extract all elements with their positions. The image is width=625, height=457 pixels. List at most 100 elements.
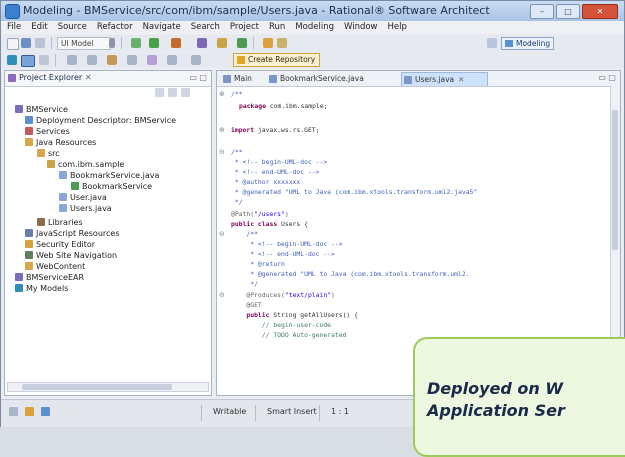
project-explorer-tab[interactable]: Project Explorer ✕ ▭ ▢ bbox=[5, 71, 211, 87]
new-package-icon[interactable] bbox=[217, 38, 227, 48]
tree-item-label: BMServiceEAR bbox=[26, 273, 85, 282]
fold-marker[interactable]: ⊕ bbox=[219, 89, 227, 99]
callout-line-1: Deployed on W bbox=[427, 379, 563, 398]
menu-project[interactable]: Project bbox=[230, 21, 259, 34]
window-title: Modeling - BMService/src/com/ibm/sample/… bbox=[23, 4, 490, 17]
debug-icon[interactable] bbox=[131, 38, 141, 48]
fold-marker[interactable]: ⊕ bbox=[219, 125, 227, 135]
link-with-editor-icon[interactable] bbox=[168, 88, 177, 97]
sync-icon[interactable] bbox=[167, 55, 177, 65]
secondary-toolbar: Create Repository bbox=[1, 52, 624, 68]
menu-edit[interactable]: Edit bbox=[31, 21, 47, 34]
pin-icon[interactable] bbox=[191, 55, 201, 65]
tree-item[interactable]: com.ibm.sample bbox=[47, 159, 124, 170]
model-dropdown[interactable]: UI Model bbox=[57, 37, 111, 50]
diagram-icon[interactable] bbox=[21, 55, 35, 67]
close-window-button[interactable]: ✕ bbox=[582, 4, 618, 19]
code-line: * <!-- begin-UML-doc --> bbox=[231, 158, 328, 166]
menu-source[interactable]: Source bbox=[58, 21, 87, 34]
history-icon[interactable] bbox=[107, 55, 117, 65]
tree-item[interactable]: My Models bbox=[15, 283, 68, 294]
package-icon bbox=[47, 160, 55, 168]
modeling-perspective-button[interactable]: Modeling bbox=[501, 37, 555, 50]
fold-marker[interactable]: ⊖ bbox=[219, 290, 227, 300]
menu-refactor[interactable]: Refactor bbox=[97, 21, 133, 34]
maximize-button[interactable]: □ bbox=[556, 4, 580, 19]
tab-bookmarkservice[interactable]: BookmarkService.java bbox=[267, 72, 380, 85]
annotation-icon[interactable] bbox=[277, 38, 287, 48]
tree-item[interactable]: BMService bbox=[15, 104, 68, 115]
tree-item-label: User.java bbox=[70, 193, 107, 202]
tree-item-label: BookmarkService.java bbox=[70, 171, 160, 180]
tree-item[interactable]: JavaScript Resources bbox=[25, 228, 120, 239]
scrollbar-thumb[interactable] bbox=[612, 110, 618, 250]
tree-item[interactable]: Services bbox=[25, 126, 70, 137]
new-class-icon[interactable] bbox=[237, 38, 247, 48]
tree-item[interactable]: WebContent bbox=[25, 261, 85, 272]
refresh-icon[interactable] bbox=[127, 55, 137, 65]
tree-item-label: Users.java bbox=[70, 204, 112, 213]
menu-modeling[interactable]: Modeling bbox=[295, 21, 334, 34]
minimize-maximize-icon[interactable]: ▭ ▢ bbox=[598, 73, 616, 82]
fast-view-icon[interactable] bbox=[9, 407, 18, 416]
search-icon[interactable] bbox=[263, 38, 273, 48]
tree-item[interactable]: Deployment Descriptor: BMService bbox=[25, 115, 176, 126]
tree-item[interactable]: User.java bbox=[59, 192, 107, 203]
tree-item[interactable]: BMServiceEAR bbox=[15, 272, 84, 283]
tree-item[interactable]: Java Resources bbox=[25, 137, 96, 148]
menu-bar: File Edit Source Refactor Navigate Searc… bbox=[1, 21, 624, 34]
create-repository-button[interactable]: Create Repository bbox=[233, 53, 321, 67]
menu-search[interactable]: Search bbox=[191, 21, 220, 34]
minimize-maximize-icon[interactable]: ▭ ▢ bbox=[189, 73, 207, 82]
code-line: * @generated "UML to Java (com.ibm.xtool… bbox=[231, 188, 478, 196]
explorer-toolbar bbox=[151, 88, 205, 98]
save-icon[interactable] bbox=[21, 38, 31, 48]
forward-icon[interactable] bbox=[87, 55, 97, 65]
menu-navigate[interactable]: Navigate bbox=[143, 21, 181, 34]
menu-window[interactable]: Window bbox=[344, 21, 378, 34]
toolbar-separator bbox=[51, 37, 52, 49]
back-icon[interactable] bbox=[67, 55, 77, 65]
grid-icon[interactable] bbox=[39, 55, 49, 65]
menu-run[interactable]: Run bbox=[269, 21, 285, 34]
console-icon[interactable] bbox=[41, 407, 50, 416]
chevron-down-icon[interactable] bbox=[109, 38, 115, 48]
menu-help[interactable]: Help bbox=[388, 21, 407, 34]
tab-label: Main bbox=[234, 74, 252, 83]
code-line: * <!-- end-UML-doc --> bbox=[231, 168, 320, 176]
new-icon[interactable] bbox=[7, 38, 19, 50]
tree-item[interactable]: Libraries bbox=[37, 217, 83, 228]
collapse-all-icon[interactable] bbox=[155, 88, 164, 97]
run-icon[interactable] bbox=[149, 38, 159, 48]
horizontal-scrollbar[interactable] bbox=[7, 382, 209, 392]
minimize-button[interactable]: – bbox=[530, 4, 554, 19]
fold-marker[interactable]: ⊖ bbox=[219, 147, 227, 157]
open-perspective-icon[interactable] bbox=[487, 38, 497, 48]
code-line: /** bbox=[231, 90, 243, 98]
scrollbar-thumb[interactable] bbox=[22, 384, 172, 390]
tree-item[interactable]: src bbox=[37, 148, 60, 159]
external-tools-icon[interactable] bbox=[171, 38, 181, 48]
tree-item[interactable]: BookmarkService.java bbox=[59, 170, 159, 181]
close-icon[interactable]: ✕ bbox=[85, 73, 92, 82]
library-icon bbox=[37, 218, 45, 226]
tree-item[interactable]: Web Site Navigation bbox=[25, 250, 117, 261]
tree-item-label: Java Resources bbox=[36, 138, 97, 147]
fold-marker[interactable]: ⊖ bbox=[219, 229, 227, 239]
print-icon[interactable] bbox=[35, 38, 45, 48]
tree-item[interactable]: Security Editor bbox=[25, 239, 95, 250]
tab-users[interactable]: Users.java ✕ bbox=[401, 72, 488, 86]
close-icon[interactable]: ✕ bbox=[458, 75, 464, 84]
view-menu-icon[interactable] bbox=[181, 88, 190, 97]
new-java-project-icon[interactable] bbox=[197, 38, 207, 48]
tree-item[interactable]: BookmarkService bbox=[71, 181, 152, 192]
code-line: // TODO Auto-generated bbox=[231, 331, 347, 339]
task-icon[interactable] bbox=[25, 407, 34, 416]
tree-item-label: Deployment Descriptor: BMService bbox=[36, 116, 177, 125]
model-icon[interactable] bbox=[7, 55, 17, 65]
tree-item[interactable]: Users.java bbox=[59, 203, 112, 214]
compare-icon[interactable] bbox=[147, 55, 157, 65]
java-file-icon bbox=[269, 75, 277, 83]
menu-file[interactable]: File bbox=[7, 21, 21, 34]
code-line: @Path("/users") bbox=[231, 210, 289, 218]
